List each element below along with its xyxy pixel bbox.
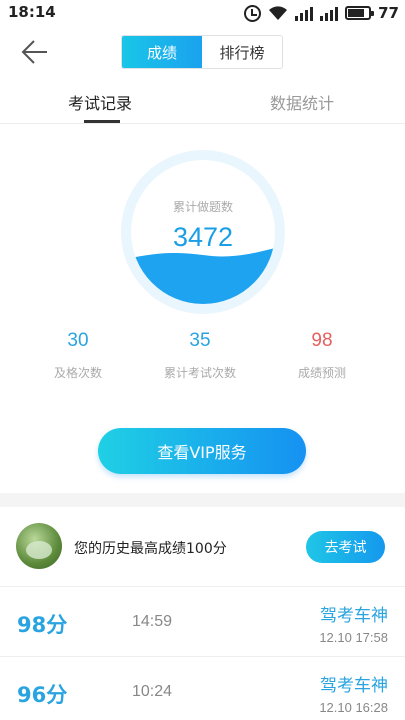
stat-pass-count: 30 及格次数 — [23, 330, 133, 381]
stat-value: 30 — [67, 330, 89, 351]
segment-control: 成绩 排行榜 — [121, 35, 283, 69]
tab-bar: 考试记录 数据统计 — [0, 78, 405, 124]
stat-label: 成绩预测 — [297, 366, 346, 380]
record-title: 驾考车神 — [320, 676, 388, 696]
battery-icon — [345, 6, 375, 20]
progress-circle: 累计做题数 3472 — [121, 150, 285, 314]
record-date: 12.10 17:58 — [319, 630, 388, 645]
best-score-row: 您的历史最高成绩100分 去考试 — [0, 507, 405, 587]
record-score: 96分 — [17, 683, 68, 707]
circle-value: 3472 — [172, 222, 234, 252]
record-row[interactable]: 98分 14:59 驾考车神 12.10 17:58 — [0, 587, 405, 657]
stat-value: 35 — [189, 330, 211, 351]
segment-scores[interactable]: 成绩 — [122, 36, 202, 68]
battery-level: 77 — [378, 4, 399, 22]
record-title: 驾考车神 — [320, 606, 388, 626]
stat-value: 98 — [311, 330, 333, 351]
signal-icon — [295, 6, 314, 21]
status-bar: 18:14 77 — [0, 0, 405, 26]
record-duration: 10:24 — [132, 683, 173, 700]
back-arrow-icon[interactable] — [20, 38, 50, 66]
stat-label: 累计考试次数 — [163, 366, 236, 380]
tab-indicator — [84, 120, 120, 123]
avatar — [16, 523, 62, 569]
vip-service-button[interactable]: 查看VIP服务 — [98, 428, 306, 474]
header: 成绩 排行榜 — [0, 26, 405, 78]
record-duration: 14:59 — [132, 613, 173, 630]
record-date: 12.10 16:28 — [319, 700, 388, 715]
section-divider — [0, 493, 405, 507]
record-score: 98分 — [17, 613, 68, 637]
tab-exam-records[interactable]: 考试记录 — [68, 90, 132, 114]
status-time: 18:14 — [8, 3, 56, 21]
stat-prediction: 98 成绩预测 — [267, 330, 377, 381]
status-icons: 77 — [244, 4, 399, 22]
wifi-icon — [269, 6, 288, 20]
tab-data-stats[interactable]: 数据统计 — [270, 90, 334, 114]
record-row[interactable]: 96分 10:24 驾考车神 12.10 16:28 — [0, 657, 405, 720]
stat-exam-count: 35 累计考试次数 — [145, 330, 255, 381]
circle-body: 累计做题数 3472 — [131, 160, 275, 304]
segment-leaderboard[interactable]: 排行榜 — [202, 36, 282, 68]
take-exam-button[interactable]: 去考试 — [306, 531, 385, 563]
stat-label: 及格次数 — [53, 366, 102, 380]
circle-label: 累计做题数 — [172, 200, 233, 214]
signal-icon-2 — [320, 6, 339, 21]
best-score-text: 您的历史最高成绩100分 — [74, 541, 227, 557]
alarm-icon — [244, 4, 262, 22]
